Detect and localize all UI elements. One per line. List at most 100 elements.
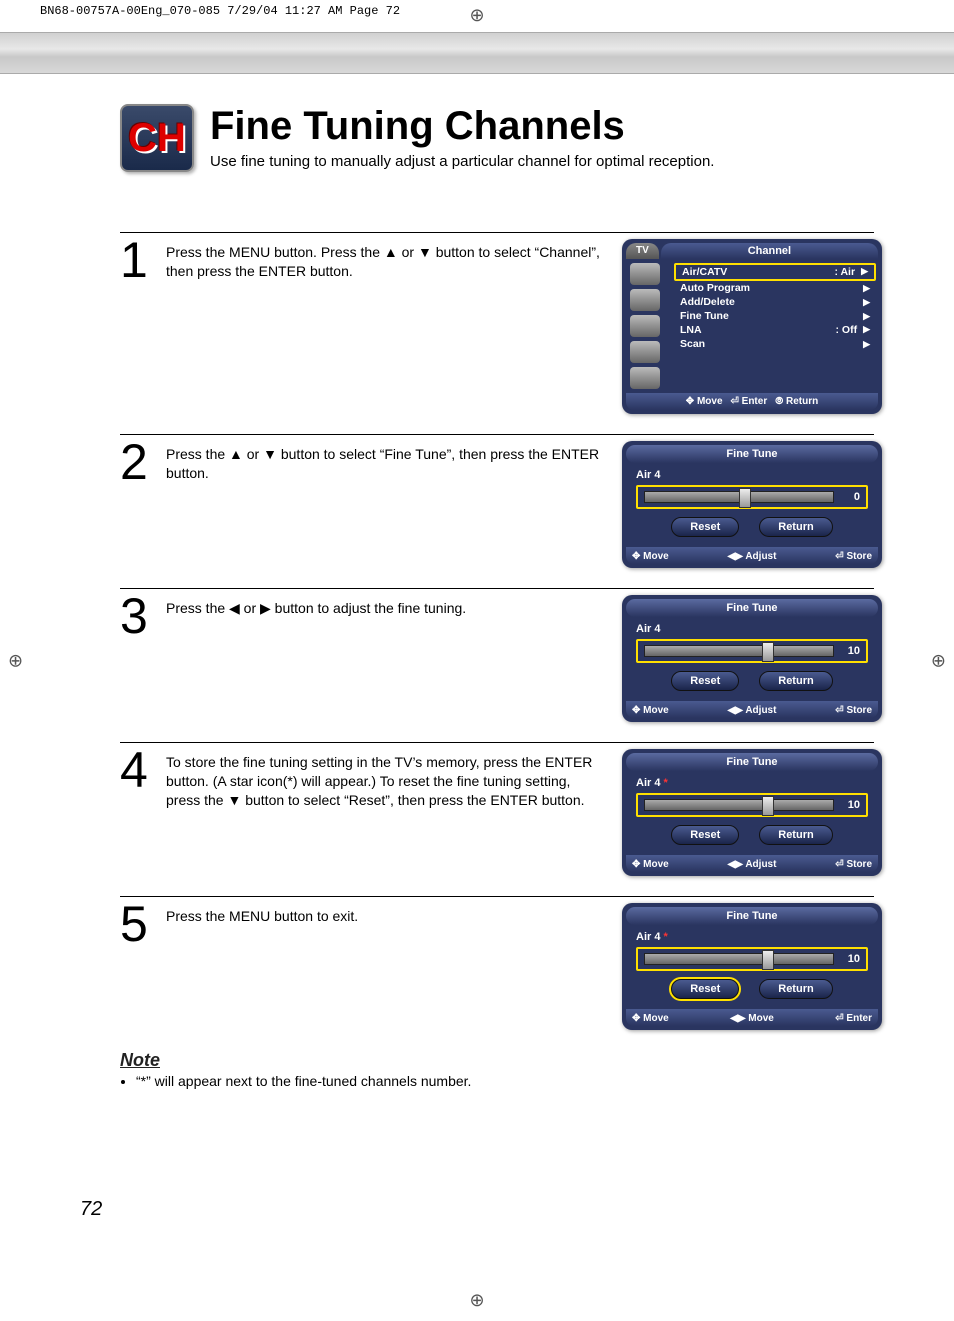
- slider-track: [644, 953, 834, 965]
- menu-row[interactable]: Air/CATV : Air ▶: [674, 263, 876, 281]
- footer-hint: ◀▶ Move: [730, 1013, 774, 1024]
- footer-hint: ⏎ Store: [835, 859, 872, 870]
- menu-row-label: Auto Program: [680, 282, 750, 294]
- ft-slider[interactable]: 10: [636, 639, 868, 663]
- ft-slider[interactable]: 10: [636, 947, 868, 971]
- menu-row[interactable]: Scan ▶: [674, 337, 876, 351]
- menu-row-label: Air/CATV: [682, 266, 727, 278]
- footer-hint: ⏎ Enter: [835, 1013, 872, 1024]
- step-row: 5 Press the MENU button to exit. Fine Tu…: [120, 896, 874, 1030]
- step-screenshot: Fine Tune Air 4 * 10 Reset Return ✥ Move…: [622, 749, 874, 876]
- menu-row-label: Fine Tune: [680, 310, 729, 322]
- return-button[interactable]: Return: [759, 979, 832, 999]
- metal-band: [0, 32, 954, 74]
- step-number: 2: [120, 441, 156, 484]
- step-number: 5: [120, 903, 156, 946]
- ft-channel: Air 4: [636, 623, 868, 635]
- ft-slider[interactable]: 10: [636, 793, 868, 817]
- slider-value: 10: [840, 799, 860, 811]
- ft-channel: Air 4: [636, 469, 868, 481]
- reset-button[interactable]: Reset: [671, 825, 739, 845]
- chevron-right-icon: ▶: [861, 266, 868, 278]
- osd-fine-tune: Fine Tune Air 4 * 10 Reset Return ✥ Move…: [622, 903, 882, 1030]
- footer-hint: ◀▶ Adjust: [728, 859, 777, 870]
- chevron-right-icon: ▶: [863, 324, 870, 336]
- tab-tv: TV: [626, 243, 659, 259]
- step-text: Press the MENU button. Press the ▲ or ▼ …: [166, 239, 604, 281]
- chevron-right-icon: ▶: [863, 339, 870, 350]
- page-title: Fine Tuning Channels: [210, 104, 714, 149]
- note-item: “*” will appear next to the fine-tuned c…: [136, 1073, 874, 1089]
- chevron-right-icon: ▶: [863, 311, 870, 322]
- footer-hint: ◀▶ Adjust: [728, 551, 777, 562]
- step-row: 2 Press the ▲ or ▼ button to select “Fin…: [120, 434, 874, 568]
- reset-button[interactable]: Reset: [671, 517, 739, 537]
- menu-row-label: LNA: [680, 324, 702, 336]
- slider-track: [644, 799, 834, 811]
- chevron-right-icon: ▶: [863, 297, 870, 308]
- ft-channel: Air 4 *: [636, 777, 868, 789]
- step-screenshot: Fine Tune Air 4 0 Reset Return ✥ Move◀▶ …: [622, 441, 874, 568]
- osd-menu: TV Channel Air/CATV : Air ▶ Auto Program …: [622, 239, 882, 414]
- reset-button[interactable]: Reset: [671, 671, 739, 691]
- osd-footer: ✥ Move⏎ Enter⦾ Return: [626, 393, 878, 410]
- sidebar-icon: [630, 315, 660, 337]
- footer-hint: ⏎ Enter: [731, 396, 768, 407]
- ft-channel: Air 4 *: [636, 931, 868, 943]
- footer-hint: ◀▶ Adjust: [728, 705, 777, 716]
- star-icon: *: [664, 777, 668, 789]
- crop-mark-icon: ⊕: [469, 5, 484, 26]
- step-text: Press the MENU button to exit.: [166, 903, 604, 926]
- osd-fine-tune: Fine Tune Air 4 * 10 Reset Return ✥ Move…: [622, 749, 882, 876]
- sidebar-icon: [630, 341, 660, 363]
- ch-badge-text: CH: [128, 116, 186, 161]
- menu-row[interactable]: Auto Program ▶: [674, 281, 876, 295]
- osd-sidebar: [626, 261, 672, 391]
- slider-value: 10: [840, 953, 860, 965]
- step-text: To store the fine tuning setting in the …: [166, 749, 604, 810]
- step-screenshot: Fine Tune Air 4 10 Reset Return ✥ Move◀▶…: [622, 595, 874, 722]
- step-row: 4 To store the fine tuning setting in th…: [120, 742, 874, 876]
- step-row: 3 Press the ◀ or ▶ button to adjust the …: [120, 588, 874, 722]
- osd-fine-tune: Fine Tune Air 4 10 Reset Return ✥ Move◀▶…: [622, 595, 882, 722]
- sidebar-icon: [630, 263, 660, 285]
- slider-track: [644, 491, 834, 503]
- note-title: Note: [120, 1050, 874, 1071]
- slider-handle[interactable]: [739, 488, 751, 508]
- tab-main: Channel: [661, 243, 878, 259]
- step-row: 1 Press the MENU button. Press the ▲ or …: [120, 232, 874, 414]
- step-number: 3: [120, 595, 156, 638]
- menu-row-label: Add/Delete: [680, 296, 735, 308]
- ft-title: Fine Tune: [626, 753, 878, 771]
- slider-value: 10: [840, 645, 860, 657]
- crop-mark-icon: ⊕: [931, 650, 946, 671]
- ft-title: Fine Tune: [626, 907, 878, 925]
- footer-hint: ✥ Move: [632, 859, 669, 870]
- osd-footer: ✥ Move ◀▶ Move ⏎ Enter: [626, 1009, 878, 1026]
- sidebar-icon: [630, 289, 660, 311]
- menu-row[interactable]: Add/Delete ▶: [674, 295, 876, 309]
- footer-hint: ⏎ Store: [835, 705, 872, 716]
- reset-button[interactable]: Reset: [671, 979, 739, 999]
- step-text: Press the ▲ or ▼ button to select “Fine …: [166, 441, 604, 483]
- ft-slider[interactable]: 0: [636, 485, 868, 509]
- osd-footer: ✥ Move ◀▶ Adjust ⏎ Store: [626, 701, 878, 718]
- menu-row-value: : Air: [834, 266, 855, 278]
- osd-footer: ✥ Move ◀▶ Adjust ⏎ Store: [626, 855, 878, 872]
- osd-footer: ✥ Move◀▶ Adjust⏎ Store: [626, 547, 878, 564]
- menu-row[interactable]: Fine Tune ▶: [674, 309, 876, 323]
- note-list: “*” will appear next to the fine-tuned c…: [120, 1073, 874, 1089]
- footer-hint: ✥ Move: [632, 1013, 669, 1024]
- slider-handle[interactable]: [762, 950, 774, 970]
- menu-row-value: : Off: [836, 324, 858, 336]
- return-button[interactable]: Return: [759, 825, 832, 845]
- slider-handle[interactable]: [762, 642, 774, 662]
- menu-row-label: Scan: [680, 338, 705, 350]
- footer-hint: ⦾ Return: [775, 396, 818, 407]
- step-number: 4: [120, 749, 156, 792]
- footer-hint: ✥ Move: [632, 705, 669, 716]
- slider-handle[interactable]: [762, 796, 774, 816]
- menu-row[interactable]: LNA : Off ▶: [674, 323, 876, 337]
- return-button[interactable]: Return: [759, 517, 832, 537]
- return-button[interactable]: Return: [759, 671, 832, 691]
